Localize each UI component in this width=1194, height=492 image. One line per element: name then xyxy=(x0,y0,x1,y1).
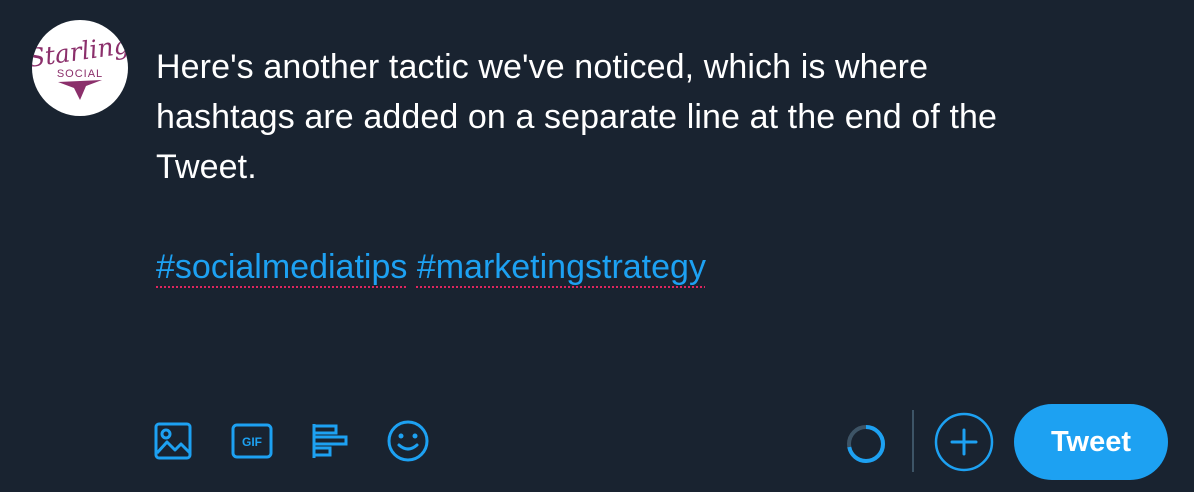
hashtag-line: #socialmediatips #marketingstrategy xyxy=(156,242,706,292)
logo-subtext: SOCIAL xyxy=(57,68,103,80)
hashtag-socialmediatips[interactable]: #socialmediatips xyxy=(156,248,407,286)
gif-label: GIF xyxy=(242,435,262,449)
tweet-button[interactable]: Tweet xyxy=(1014,404,1168,480)
hashtag-marketingstrategy[interactable]: #marketingstrategy xyxy=(417,248,706,286)
toolbar-divider xyxy=(912,410,914,472)
image-icon xyxy=(154,422,192,460)
tweet-text-line: Here's another tactic we've noticed, whi… xyxy=(156,48,929,86)
tweet-text-area[interactable]: Here's another tactic we've noticed, whi… xyxy=(156,42,1136,192)
add-gif-button[interactable]: GIF xyxy=(229,418,275,464)
avatar[interactable]: Starling SOCIAL xyxy=(32,20,128,116)
tweet-composer: Starling SOCIAL Here's another tactic we… xyxy=(0,0,1194,492)
starling-social-logo: Starling SOCIAL xyxy=(32,30,128,100)
bird-icon xyxy=(58,80,102,100)
add-tweet-button[interactable] xyxy=(934,412,994,472)
logo-wordmark: Starling xyxy=(32,30,128,73)
gif-icon: GIF xyxy=(231,423,273,459)
plus-icon xyxy=(950,428,978,456)
emoji-icon xyxy=(387,420,429,462)
character-count-progress xyxy=(847,425,885,463)
add-emoji-button[interactable] xyxy=(385,418,431,464)
tweet-text-line: hashtags are added on a separate line at… xyxy=(156,98,998,136)
tweet-text-line: Tweet. xyxy=(156,148,257,186)
poll-icon xyxy=(312,424,348,458)
add-poll-button[interactable] xyxy=(307,418,353,464)
add-media-button[interactable] xyxy=(150,418,196,464)
